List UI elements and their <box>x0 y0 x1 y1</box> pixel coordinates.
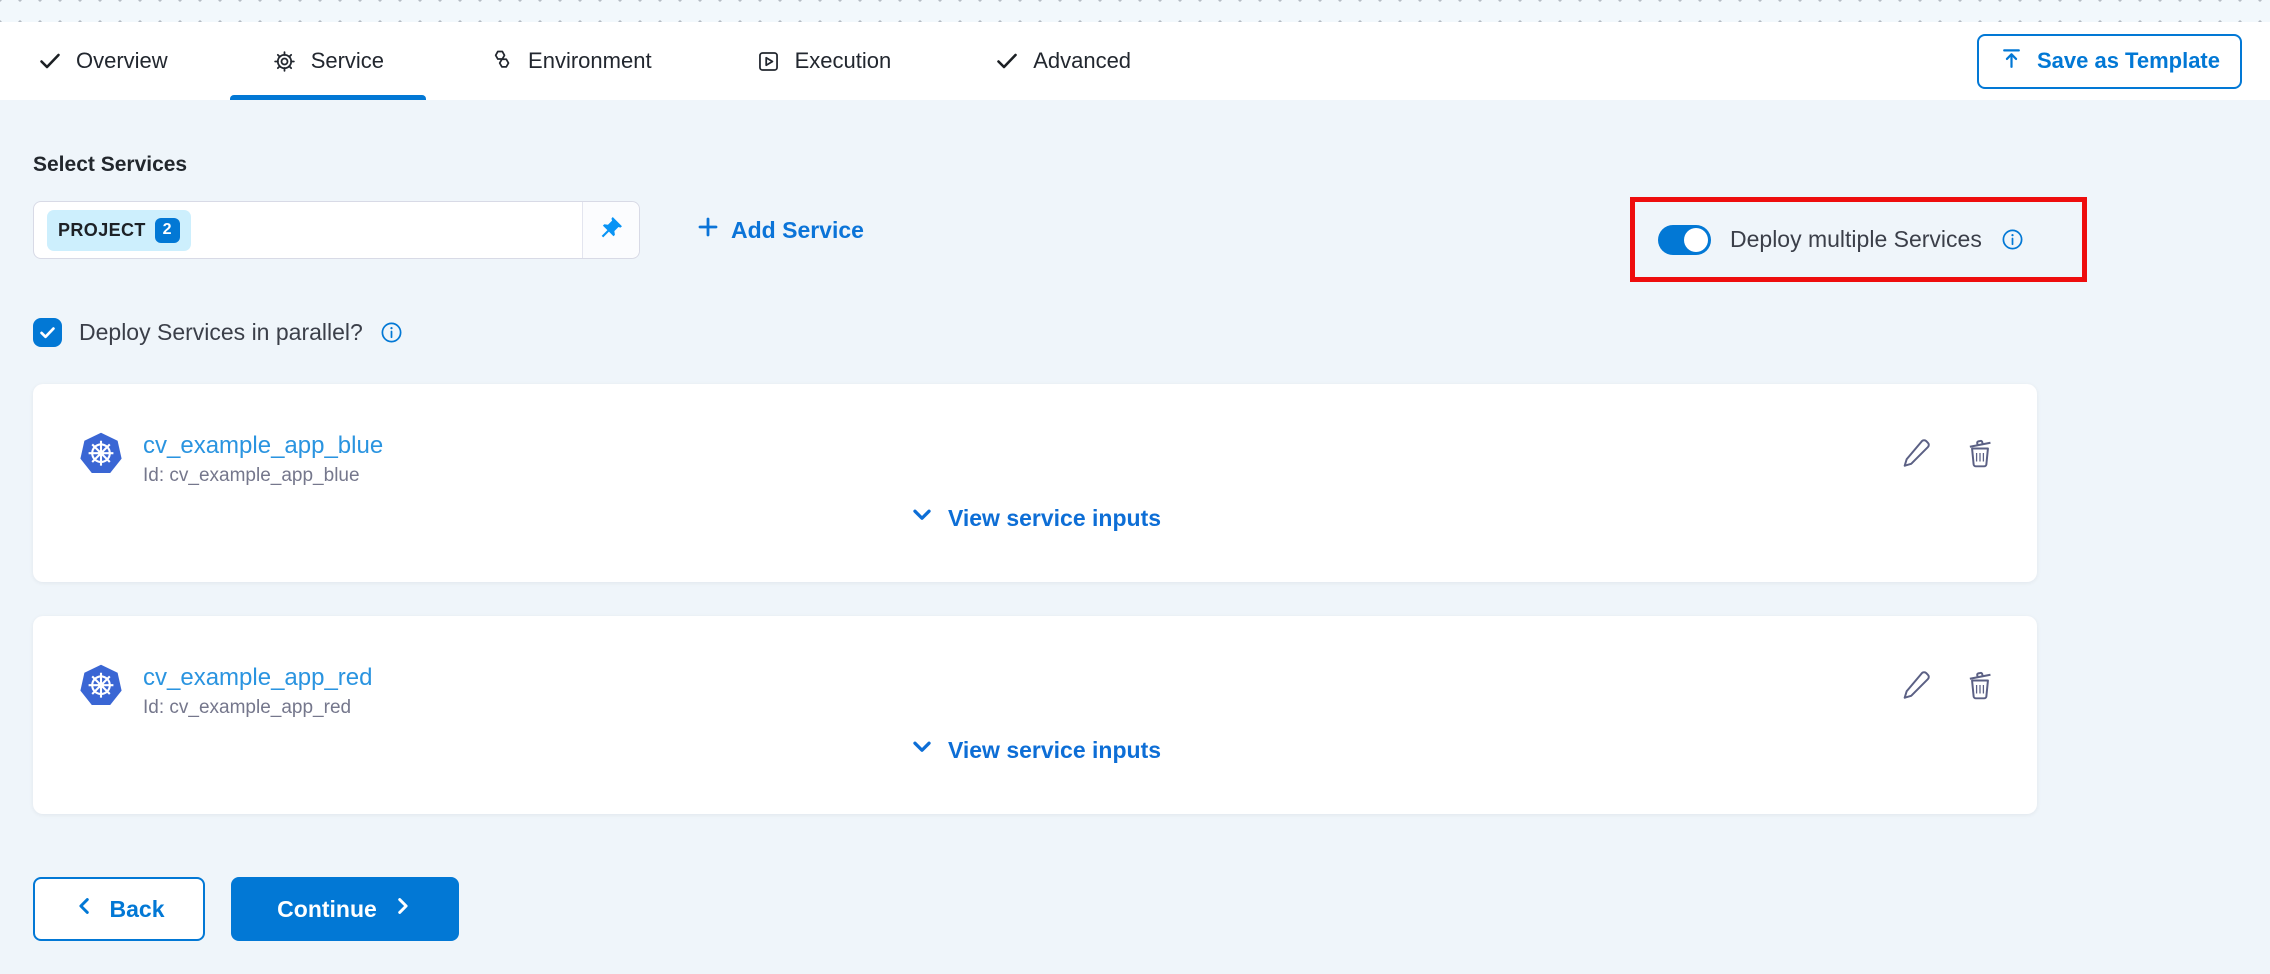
project-scope-tag[interactable]: PROJECT 2 <box>47 210 191 251</box>
check-icon <box>995 49 1019 73</box>
add-service-label: Add Service <box>731 217 864 244</box>
pin-button[interactable] <box>582 202 639 258</box>
check-icon <box>38 49 62 73</box>
view-service-inputs-label: View service inputs <box>948 505 1161 532</box>
service-name-link[interactable]: cv_example_app_blue <box>143 432 383 460</box>
selected-count-badge: 2 <box>155 218 180 243</box>
delete-service-button[interactable] <box>1963 668 1997 702</box>
stage-tab-bar: Overview Service Environment Exe <box>0 22 2270 100</box>
chevron-right-icon <box>391 895 413 923</box>
deploy-in-parallel-checkbox[interactable] <box>33 318 62 347</box>
back-label: Back <box>110 896 165 923</box>
tab-execution[interactable]: Execution <box>704 22 944 100</box>
gear-icon <box>272 49 297 74</box>
service-header: cv_example_app_blue Id: cv_example_app_b… <box>77 430 383 487</box>
deploy-multiple-services-toggle[interactable] <box>1658 225 1711 255</box>
info-icon[interactable] <box>2001 228 2024 251</box>
view-service-inputs-toggle[interactable]: View service inputs <box>33 502 2037 534</box>
service-stage-content: Select Services PROJECT 2 Add Service <box>0 100 2270 974</box>
services-multiselect-input[interactable]: PROJECT 2 <box>33 201 640 259</box>
kubernetes-icon <box>77 662 125 715</box>
tab-overview[interactable]: Overview <box>38 22 220 100</box>
continue-label: Continue <box>277 896 377 923</box>
tab-label: Advanced <box>1033 48 1131 74</box>
view-service-inputs-label: View service inputs <box>948 737 1161 764</box>
play-box-icon <box>756 49 781 74</box>
service-actions <box>1899 668 1997 702</box>
tab-label: Environment <box>528 48 652 74</box>
tab-service[interactable]: Service <box>220 22 436 100</box>
info-icon[interactable] <box>380 321 403 344</box>
edit-service-button[interactable] <box>1899 668 1933 702</box>
service-card-red: cv_example_app_red Id: cv_example_app_re… <box>33 616 2037 814</box>
tab-label: Overview <box>76 48 168 74</box>
save-as-template-label: Save as Template <box>2037 48 2220 74</box>
deploy-in-parallel-row: Deploy Services in parallel? <box>33 314 2270 350</box>
back-button[interactable]: Back <box>33 877 205 941</box>
chevron-down-icon <box>909 734 935 766</box>
project-scope-tag-label: PROJECT <box>58 220 146 241</box>
wizard-footer: Back Continue <box>33 877 2270 941</box>
add-service-button[interactable]: Add Service <box>696 215 864 245</box>
service-name-link[interactable]: cv_example_app_red <box>143 664 373 692</box>
tab-label: Service <box>311 48 384 74</box>
chevron-left-icon <box>74 895 96 923</box>
service-id: Id: cv_example_app_red <box>143 697 373 719</box>
service-header: cv_example_app_red Id: cv_example_app_re… <box>77 662 373 719</box>
tab-environment[interactable]: Environment <box>436 22 704 100</box>
tab-label: Execution <box>795 48 892 74</box>
save-as-template-button[interactable]: Save as Template <box>1977 34 2242 89</box>
delete-service-button[interactable] <box>1963 436 1997 470</box>
pushpin-icon <box>598 215 624 246</box>
continue-button[interactable]: Continue <box>231 877 459 941</box>
plus-icon <box>696 215 720 245</box>
deploy-multiple-services-label: Deploy multiple Services <box>1730 226 1982 253</box>
service-id: Id: cv_example_app_blue <box>143 465 383 487</box>
edit-service-button[interactable] <box>1899 436 1933 470</box>
chevron-down-icon <box>909 502 935 534</box>
deploy-multiple-services-highlight: Deploy multiple Services <box>1630 197 2087 282</box>
service-card-blue: cv_example_app_blue Id: cv_example_app_b… <box>33 384 2037 582</box>
toggle-knob <box>1684 228 1708 252</box>
tab-advanced[interactable]: Advanced <box>943 22 1183 100</box>
view-service-inputs-toggle[interactable]: View service inputs <box>33 734 2037 766</box>
canvas-dotted-strip <box>0 0 2270 22</box>
hexagons-icon <box>488 48 514 74</box>
upload-icon <box>1999 46 2024 77</box>
select-services-label: Select Services <box>33 153 2270 177</box>
service-actions <box>1899 436 1997 470</box>
kubernetes-icon <box>77 430 125 483</box>
deploy-in-parallel-label: Deploy Services in parallel? <box>79 319 363 346</box>
